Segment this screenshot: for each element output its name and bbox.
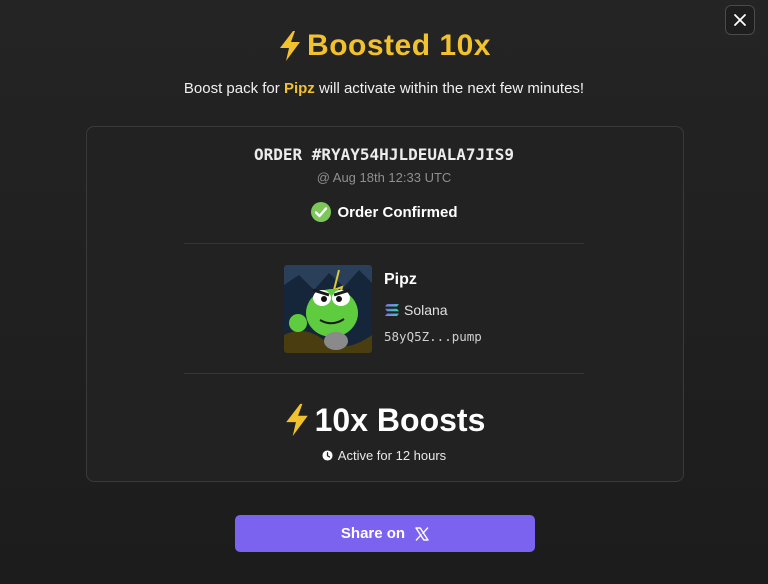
- title-text: Boosted 10x: [307, 29, 491, 62]
- boost-duration: Active for 12 hours: [0, 446, 768, 464]
- boost-duration-text: Active for 12 hours: [337, 447, 447, 463]
- x-logo-icon: [415, 526, 429, 541]
- boost-summary: 10x Boosts: [0, 398, 768, 442]
- clock-icon: [322, 449, 333, 461]
- order-status-text: Order Confirmed: [337, 203, 458, 221]
- subtitle-suffix: will activate within the next few minute…: [318, 80, 585, 97]
- subtitle: Boost pack for Pipz will activate within…: [0, 80, 768, 97]
- lightning-icon: [285, 403, 308, 437]
- chain-name: Solana: [404, 302, 448, 318]
- solana-icon: [385, 304, 399, 316]
- modal-title: Boosted 10x: [0, 26, 768, 66]
- divider: [184, 243, 584, 244]
- lightning-icon: [280, 31, 301, 61]
- order-status: Order Confirmed: [0, 201, 768, 223]
- share-on-x-button[interactable]: Share on: [235, 515, 535, 552]
- share-button-label: Share on: [340, 525, 406, 542]
- token-name: Pipz: [384, 271, 417, 288]
- divider: [184, 373, 584, 374]
- boost-label: 10x Boosts: [314, 401, 486, 438]
- token-chain: Solana: [384, 301, 448, 319]
- order-id: ORDER #RYAY54HJLDEUALA7JIS9: [253, 145, 515, 164]
- token-avatar: [284, 265, 372, 353]
- subtitle-prefix: Boost pack for: [183, 80, 280, 97]
- subtitle-token-name: Pipz: [283, 80, 315, 97]
- check-circle-icon: [311, 202, 332, 222]
- order-time: @ Aug 18th 12:33 UTC: [316, 170, 452, 185]
- token-address[interactable]: 58yQ5Z...pump: [384, 329, 482, 344]
- close-icon: [734, 14, 746, 26]
